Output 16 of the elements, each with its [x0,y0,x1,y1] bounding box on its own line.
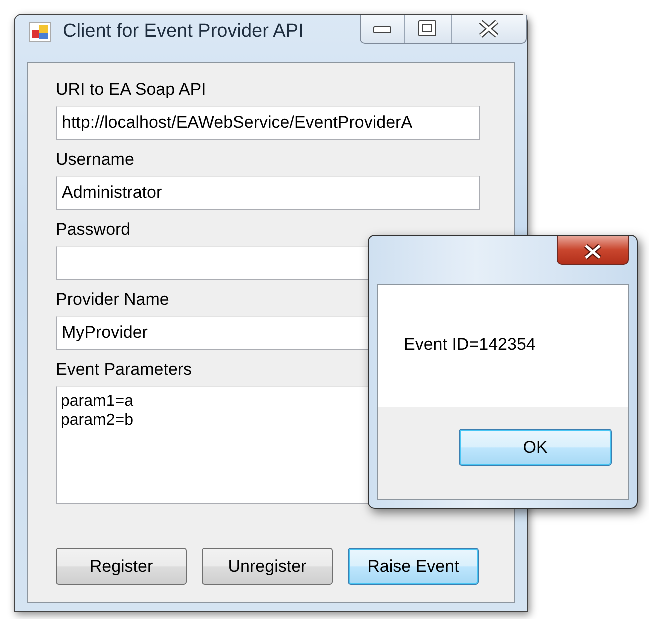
field-label: Username [56,149,136,171]
app-icon [29,22,51,42]
input-field[interactable]: http://localhost/EAWebService/EventProviderA [56,106,480,140]
action-button[interactable]: Unregister [202,548,333,585]
window-title: Client for Event Provider API [63,21,304,43]
message-text: Event ID=142354 [378,285,628,407]
field-label: URI to EA Soap API [56,79,208,101]
field-label: Password [56,219,132,241]
field-label: Event Parameters [56,359,194,381]
close-button[interactable] [557,236,629,265]
action-button[interactable]: Register [56,548,187,585]
input-field[interactable]: Administrator [56,176,480,210]
action-button[interactable]: Raise Event [348,548,479,585]
close-icon [583,242,603,260]
ok-button[interactable]: OK [459,429,612,466]
field-label: Provider Name [56,289,170,311]
